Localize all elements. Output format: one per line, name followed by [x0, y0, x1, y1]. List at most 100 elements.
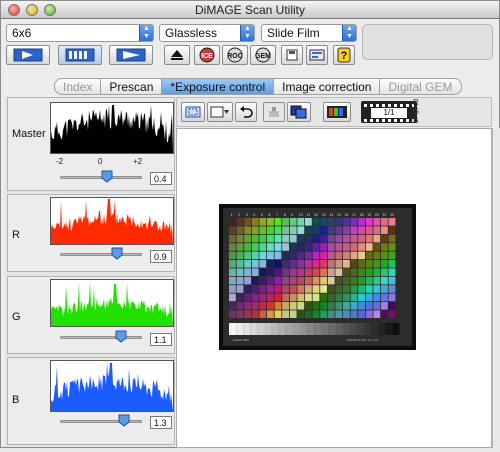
- color-patch: [282, 293, 289, 302]
- green-slider[interactable]: [60, 336, 142, 339]
- tab-exposure-control[interactable]: *Exposure control: [161, 78, 274, 95]
- compare-icon: [290, 105, 307, 119]
- ice-icon: ICE: [199, 47, 215, 63]
- color-patch: [251, 310, 259, 318]
- color-patch: [267, 285, 274, 293]
- green-value[interactable]: 1.1: [150, 333, 172, 346]
- red-value[interactable]: 0.9: [150, 250, 172, 263]
- color-patch: [289, 226, 297, 234]
- color-patch: [350, 218, 358, 226]
- crop-select-button[interactable]: [181, 102, 205, 122]
- color-patch: [259, 260, 267, 268]
- chart-column-number: 1: [231, 213, 233, 217]
- color-patch: [267, 243, 274, 251]
- chart-column-number: 13: [322, 213, 326, 217]
- color-patch: [236, 310, 244, 318]
- color-patch: [343, 268, 350, 276]
- color-patch: [381, 310, 388, 318]
- color-patch: [297, 276, 305, 285]
- prescan-button[interactable]: [6, 45, 50, 65]
- gem-button[interactable]: GEM: [250, 45, 276, 65]
- color-patch: [244, 260, 251, 268]
- color-matching-button[interactable]: [323, 102, 351, 122]
- master-slider-thumb[interactable]: [101, 170, 113, 183]
- preferences-button[interactable]: [306, 45, 328, 65]
- color-patch: [259, 302, 267, 310]
- ice-button[interactable]: ICE: [194, 45, 220, 65]
- color-patch: [358, 243, 365, 251]
- color-patch: [244, 302, 251, 310]
- film-type-select[interactable]: Slide Film ▲ ▼: [261, 24, 357, 42]
- master-value[interactable]: 0.4: [150, 172, 172, 185]
- chart-column-number: 2: [238, 213, 240, 217]
- color-patch: [388, 276, 396, 285]
- color-patch: [282, 234, 289, 243]
- auto-adjust-button[interactable]: [263, 102, 285, 122]
- color-patch: [229, 268, 236, 276]
- green-slider-thumb[interactable]: [115, 330, 127, 343]
- color-patch: [289, 234, 297, 243]
- status-display: [362, 24, 493, 60]
- tab-digital-gem[interactable]: Digital GEM: [379, 78, 462, 95]
- tab-index[interactable]: Index: [54, 78, 101, 95]
- color-patch: [320, 218, 327, 226]
- gray-step: [300, 323, 308, 335]
- color-patch: [373, 234, 381, 243]
- color-patch: [365, 234, 373, 243]
- help-button[interactable]: ?: [333, 45, 355, 65]
- index-thumb-button[interactable]: [58, 45, 102, 65]
- preview-scrollbar[interactable]: [492, 128, 500, 448]
- scale-max-label: +2: [133, 157, 143, 166]
- color-patch: [274, 260, 282, 268]
- app-window: DiMAGE Scan Utility 6x6 ▲ ▼ Glassless ▲ ▼ …: [0, 0, 500, 448]
- gray-step: [321, 323, 329, 335]
- color-patch: [312, 218, 320, 226]
- gray-step: [243, 323, 251, 335]
- color-patch: [327, 302, 335, 310]
- blue-histogram-graph: [51, 363, 173, 411]
- color-patch: [259, 310, 267, 318]
- master-label: Master: [12, 128, 46, 140]
- color-patch: [274, 243, 282, 251]
- color-patch: [327, 218, 335, 226]
- color-patch: [350, 260, 358, 268]
- color-patch: [343, 310, 350, 318]
- color-patch: [312, 251, 320, 260]
- compare-button[interactable]: [287, 102, 311, 122]
- color-patch: [282, 260, 289, 268]
- color-patch: [297, 243, 305, 251]
- eject-button[interactable]: [164, 45, 190, 65]
- blue-value[interactable]: 1.3: [150, 416, 172, 429]
- color-patch: [229, 285, 236, 293]
- color-patch: [267, 276, 274, 285]
- color-patch: [267, 302, 274, 310]
- undo-button[interactable]: [235, 102, 257, 122]
- holder-select[interactable]: Glassless ▲ ▼: [159, 24, 255, 42]
- color-patch: [251, 218, 259, 226]
- color-patch: [373, 268, 381, 276]
- preview-area[interactable]: 1 2 3 4 5 6 7 8 9 10 11 12 13 14 15 16 17 18 19 20 21 22 Koda…: [176, 128, 492, 448]
- color-patch: [282, 243, 289, 251]
- chart-column-number: 6: [269, 213, 271, 217]
- color-patch: [297, 218, 305, 226]
- green-channel: G 1.1: [7, 276, 175, 354]
- color-patch: [381, 218, 388, 226]
- frame-counter[interactable]: 1/1: [371, 108, 407, 118]
- tab-image-correction[interactable]: Image correction: [273, 78, 380, 95]
- color-patch: [320, 302, 327, 310]
- view-dropdown-button[interactable]: [207, 102, 233, 122]
- save-job-button[interactable]: [281, 45, 303, 65]
- red-slider-thumb[interactable]: [111, 247, 123, 260]
- blue-slider-thumb[interactable]: [118, 414, 130, 427]
- red-slider[interactable]: [60, 253, 142, 256]
- color-patch: [335, 293, 343, 302]
- color-patch: [343, 260, 350, 268]
- tab-prescan[interactable]: Prescan: [100, 78, 162, 95]
- color-patch: [236, 268, 244, 276]
- scan-button[interactable]: [109, 45, 153, 65]
- roc-button[interactable]: ROC: [222, 45, 248, 65]
- format-select[interactable]: 6x6 ▲ ▼: [6, 24, 154, 42]
- color-patch: [251, 243, 259, 251]
- color-patch: [358, 285, 365, 293]
- color-patch: [267, 218, 274, 226]
